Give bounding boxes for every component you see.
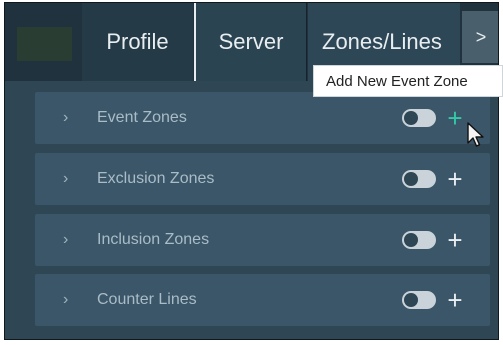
toggle-knob bbox=[404, 172, 418, 186]
chevron-right-icon: > bbox=[475, 26, 487, 47]
enable-toggle[interactable] bbox=[402, 109, 436, 127]
zone-row-label: Exclusion Zones bbox=[97, 170, 215, 187]
tab-partial-hidden[interactable] bbox=[17, 27, 72, 61]
add-counter-line-button[interactable]: + bbox=[444, 287, 466, 313]
chevron-right-icon[interactable]: › bbox=[63, 231, 83, 249]
mouse-cursor-icon bbox=[467, 122, 484, 147]
zone-row-exclusion-zones[interactable]: › Exclusion Zones + bbox=[35, 153, 490, 205]
chevron-right-icon[interactable]: › bbox=[63, 109, 83, 127]
zone-row-inclusion-zones[interactable]: › Inclusion Zones + bbox=[35, 214, 490, 266]
add-exclusion-zone-button[interactable]: + bbox=[444, 166, 466, 192]
zone-row-counter-lines[interactable]: › Counter Lines + bbox=[35, 274, 490, 326]
zone-row-label: Counter Lines bbox=[97, 291, 197, 308]
add-inclusion-zone-button[interactable]: + bbox=[444, 227, 466, 253]
toggle-knob bbox=[404, 233, 418, 247]
zone-row-label: Event Zones bbox=[97, 109, 187, 126]
tab-server[interactable]: Server bbox=[194, 3, 307, 81]
toggle-knob bbox=[404, 111, 418, 125]
enable-toggle[interactable] bbox=[402, 170, 436, 188]
chevron-right-icon[interactable]: › bbox=[63, 291, 83, 309]
enable-toggle[interactable] bbox=[402, 291, 436, 309]
zones-panel: Profile Server Zones/Lines > › Event Zon… bbox=[4, 2, 499, 340]
zone-row-event-zones[interactable]: › Event Zones + bbox=[35, 92, 490, 144]
add-event-zone-button[interactable]: + bbox=[444, 105, 466, 131]
chevron-right-icon[interactable]: › bbox=[63, 170, 83, 188]
toggle-knob bbox=[404, 293, 418, 307]
tooltip-add-new-event-zone: Add New Event Zone bbox=[313, 65, 503, 97]
tab-profile[interactable]: Profile bbox=[82, 3, 193, 81]
enable-toggle[interactable] bbox=[402, 231, 436, 249]
zone-row-label: Inclusion Zones bbox=[97, 231, 210, 248]
tab-scroll-right-button[interactable]: > bbox=[462, 11, 498, 63]
